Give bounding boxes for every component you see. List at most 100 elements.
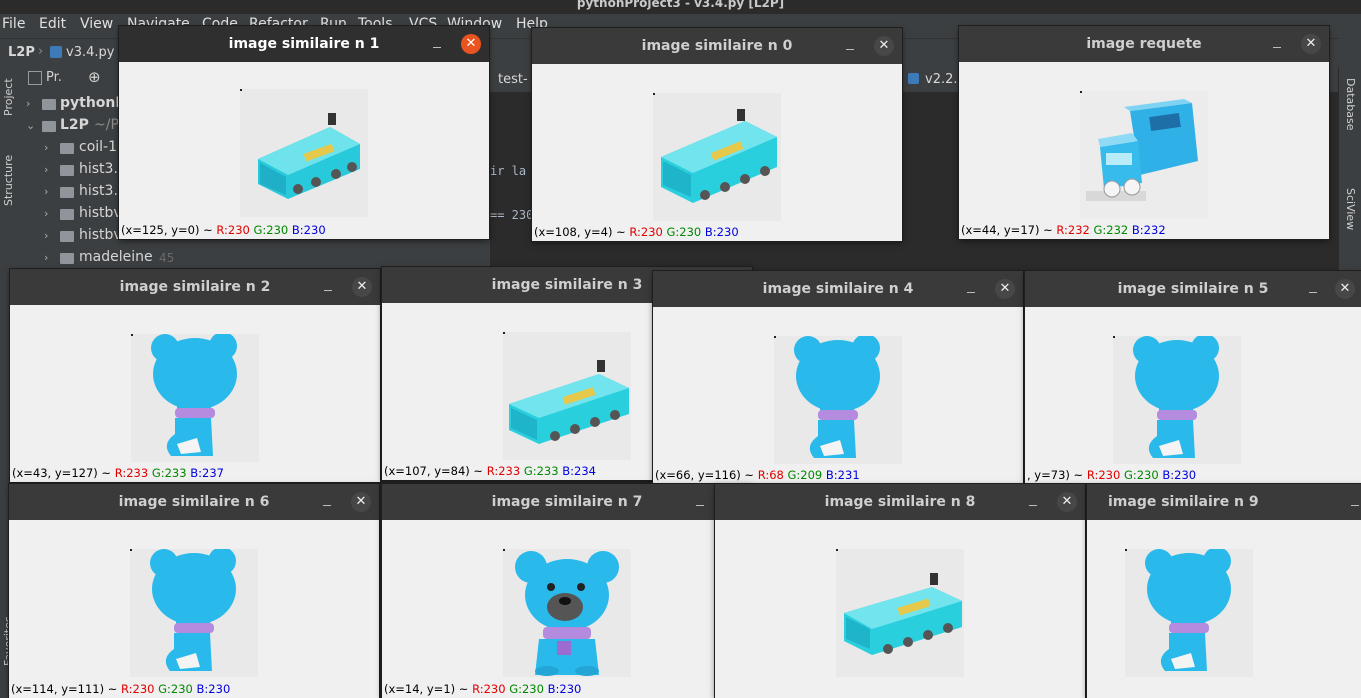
menu-file[interactable]: File <box>2 16 25 32</box>
image-canvas[interactable]: (x=43, y=127) ~ R:233 G:233 B:237 <box>10 305 380 482</box>
sciview-tool-tab[interactable]: SciView <box>1344 188 1357 230</box>
image-content-bear-face <box>503 549 631 677</box>
image-content-bus <box>653 93 781 221</box>
code-fragment: == 230 <box>490 208 534 222</box>
menu-edit[interactable]: Edit <box>39 16 66 32</box>
python-file-icon <box>908 73 919 84</box>
menu-view[interactable]: View <box>80 16 113 32</box>
folder-icon <box>42 121 56 132</box>
editor-tab-v2[interactable]: v2.2. <box>925 72 958 87</box>
image-canvas[interactable]: (x=66, y=116) ~ R:68 G:209 B:231 <box>653 307 1023 484</box>
image-window-similar-6[interactable]: image similaire n 6 ✕ (x=114, y=111) ~ R… <box>9 484 379 698</box>
minimize-icon[interactable] <box>321 496 333 508</box>
image-canvas[interactable]: (x=44, y=17) ~ R:232 G:232 B:232 <box>959 62 1329 239</box>
image-content-bus <box>503 332 631 460</box>
close-icon[interactable]: ✕ <box>461 34 481 54</box>
close-icon[interactable]: ✕ <box>351 492 371 512</box>
close-icon[interactable]: ✕ <box>352 277 372 297</box>
green-value: G:233 <box>523 464 559 478</box>
pixel-status-bar: (x=44, y=17) ~ R:232 G:232 B:232 <box>961 223 1166 237</box>
structure-tool-tab[interactable]: Structure <box>2 155 15 206</box>
project-tool-tab[interactable]: Project <box>2 78 15 116</box>
marker-dot <box>240 89 242 91</box>
minimize-icon[interactable] <box>1271 38 1283 50</box>
image-canvas[interactable]: (x=114, y=111) ~ R:230 G:230 B:230 <box>9 520 379 698</box>
close-icon[interactable]: ✕ <box>1335 279 1355 299</box>
image-window-similar-9[interactable]: image similaire n 9 <box>1087 484 1361 698</box>
marker-dot <box>1125 549 1127 551</box>
chevron-right-icon[interactable]: › <box>44 229 56 242</box>
image-window-similar-2[interactable]: image similaire n 2 ✕ (x=43, y=127) ~ R:… <box>10 269 380 482</box>
minimize-icon[interactable] <box>1349 496 1361 508</box>
cursor-position: (x=14, y=1) ~ <box>384 682 473 696</box>
pixel-status-bar: , y=73) ~ R:230 G:230 B:230 <box>1027 468 1196 482</box>
chevron-right-icon[interactable]: › <box>44 207 56 220</box>
project-view-icon <box>28 71 42 85</box>
image-canvas[interactable]: , y=73) ~ R:230 G:230 B:230 <box>1025 307 1361 484</box>
project-view-selector[interactable]: Pr. <box>46 70 62 85</box>
chevron-right-icon[interactable]: › <box>44 185 56 198</box>
image-window-similar-1[interactable]: image similaire n 1 ✕ (x=125, y=0) ~ R:2… <box>119 26 489 239</box>
folder-icon <box>60 165 74 176</box>
minimize-icon[interactable] <box>1307 283 1319 295</box>
pixel-status-bar: (x=125, y=0) ~ R:230 G:230 B:230 <box>121 223 326 237</box>
cursor-position: (x=125, y=0) ~ <box>121 223 217 237</box>
image-canvas[interactable] <box>715 520 1085 698</box>
image-canvas[interactable]: (x=125, y=0) ~ R:230 G:230 B:230 <box>119 62 489 239</box>
blue-value: B:237 <box>190 466 224 480</box>
marker-dot <box>774 336 776 338</box>
minimize-icon[interactable] <box>431 38 443 50</box>
database-tool-tab[interactable]: Database <box>1344 78 1357 131</box>
minimize-icon[interactable] <box>694 496 706 508</box>
image-content-bear <box>1125 549 1253 677</box>
bus-image <box>661 109 777 203</box>
minimize-icon[interactable] <box>965 283 977 295</box>
chevron-down-icon[interactable]: ⌄ <box>26 119 38 132</box>
image-canvas[interactable] <box>1087 520 1361 698</box>
blue-value: B:230 <box>704 225 739 239</box>
blue-value: B:230 <box>291 223 326 237</box>
image-content-bus <box>836 549 964 677</box>
close-icon[interactable]: ✕ <box>1301 34 1321 54</box>
red-value: R:230 <box>1086 468 1121 482</box>
blue-value: B:234 <box>562 464 596 478</box>
chevron-right-icon[interactable]: › <box>26 97 38 110</box>
cursor-position: (x=43, y=127) ~ <box>12 466 115 480</box>
tree-item-label: pythonP <box>60 95 126 111</box>
tree-item-label: histbv <box>79 205 122 221</box>
breadcrumb-project[interactable]: L2P <box>8 45 35 60</box>
chevron-right-icon[interactable]: › <box>44 251 56 264</box>
bus-image <box>509 360 629 444</box>
marker-dot <box>503 332 505 334</box>
minimize-icon[interactable] <box>322 281 334 293</box>
chevron-right-icon[interactable]: › <box>44 141 56 154</box>
marker-dot <box>503 549 505 551</box>
green-value: G:209 <box>787 468 823 482</box>
green-value: G:230 <box>666 225 702 239</box>
cursor-position: (x=114, y=111) ~ <box>11 682 122 696</box>
image-window-similar-0[interactable]: image similaire n 0 ✕ (x=108, y=4) ~ R:2… <box>532 28 902 241</box>
cursor-position: (x=66, y=116) ~ <box>655 468 758 482</box>
editor-tab-test[interactable]: test- <box>498 72 528 87</box>
green-value: G:233 <box>151 466 187 480</box>
image-window-similar-5[interactable]: image similaire n 5 ✕ , y=73) ~ R:230 G:… <box>1025 271 1361 484</box>
chevron-right-icon[interactable]: › <box>44 163 56 176</box>
close-icon[interactable]: ✕ <box>874 36 894 56</box>
minimize-icon[interactable] <box>844 40 856 52</box>
image-window-similar-7[interactable]: image similaire n 7 ✕ (x=14, y=1) ~ R:23… <box>382 484 752 698</box>
close-icon[interactable]: ✕ <box>1057 492 1077 512</box>
marker-dot <box>130 549 132 551</box>
close-icon[interactable]: ✕ <box>995 279 1015 299</box>
pixel-status-bar: (x=107, y=84) ~ R:233 G:233 B:234 <box>384 464 596 478</box>
image-window-similar-4[interactable]: image similaire n 4 ✕ (x=66, y=116) ~ R:… <box>653 271 1023 484</box>
window-title[interactable]: image similaire n 9 <box>1087 484 1361 520</box>
locate-icon[interactable]: ⊕ <box>88 68 101 86</box>
image-canvas[interactable]: (x=14, y=1) ~ R:230 G:230 B:230 <box>382 520 752 698</box>
image-canvas[interactable]: (x=108, y=4) ~ R:230 G:230 B:230 <box>532 64 902 241</box>
folder-icon <box>60 253 74 264</box>
image-window-similar-8[interactable]: image similaire n 8 ✕ <box>715 484 1085 698</box>
pixel-status-bar: (x=66, y=116) ~ R:68 G:209 B:231 <box>655 468 860 482</box>
breadcrumb-file[interactable]: v3.4.py <box>66 45 114 60</box>
image-window-query[interactable]: image requete ✕ (x=44, y=17) ~ R:232 G:2… <box>959 26 1329 239</box>
minimize-icon[interactable] <box>1027 496 1039 508</box>
